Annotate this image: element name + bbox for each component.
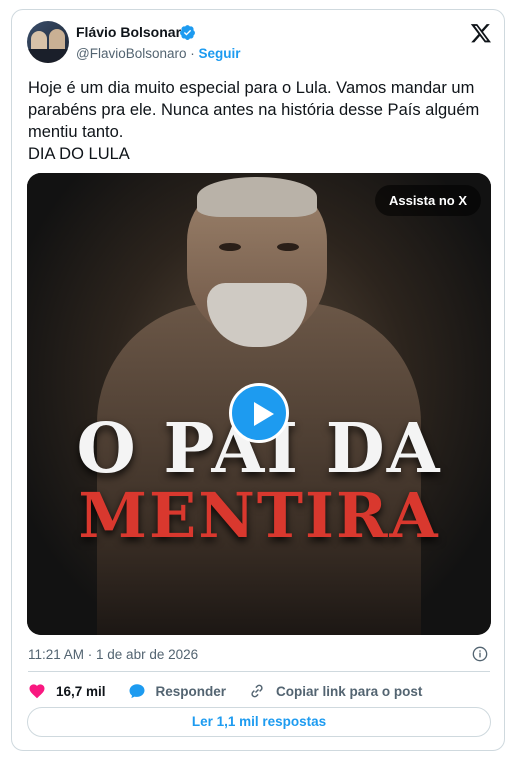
- reply-label: Responder: [155, 683, 227, 699]
- action-bar: 16,7 mil Responder Copiar link para o po…: [28, 680, 444, 702]
- author-avatar[interactable]: [27, 21, 69, 63]
- divider: [28, 671, 490, 672]
- separator-dot: ·: [190, 46, 195, 61]
- follow-button[interactable]: Seguir: [199, 46, 241, 61]
- link-icon: [251, 684, 263, 698]
- tweet-timestamp[interactable]: 11:21 AM · 1 de abr de 2026: [28, 647, 198, 662]
- copy-link-button[interactable]: Copiar link para o post: [248, 682, 422, 700]
- heart-icon: [29, 684, 45, 699]
- video-headline-line2: MENTIRA: [78, 479, 440, 552]
- like-count: 16,7 mil: [56, 683, 106, 699]
- tweet-video[interactable]: Assista no X O PAI DA MENTIRA: [27, 173, 491, 635]
- author-handle[interactable]: @FlavioBolsonaro: [76, 46, 187, 61]
- x-logo-icon[interactable]: [470, 22, 492, 44]
- tweet-text: Hoje é um dia muito especial para o Lula…: [28, 79, 480, 163]
- watch-on-x-button[interactable]: Assista no X: [374, 185, 481, 216]
- info-icon[interactable]: [472, 646, 488, 662]
- tweet-card: Flávio Bolsonaro @FlavioBolsonaro · Segu…: [11, 9, 505, 751]
- verified-badge-icon: [180, 25, 195, 40]
- copy-link-label: Copiar link para o post: [276, 683, 423, 699]
- author-name[interactable]: Flávio Bolsonaro: [76, 24, 190, 40]
- thumbnail-figure-hair: [197, 177, 317, 217]
- reply-button[interactable]: Responder: [128, 682, 227, 700]
- read-replies-button[interactable]: Ler 1,1 mil respostas: [27, 707, 491, 737]
- reply-icon: [129, 684, 145, 699]
- like-button[interactable]: 16,7 mil: [28, 682, 106, 700]
- play-icon[interactable]: [229, 383, 289, 443]
- author-handle-row: @FlavioBolsonaro · Seguir: [76, 46, 241, 61]
- thumbnail-figure-eyes: [219, 243, 299, 253]
